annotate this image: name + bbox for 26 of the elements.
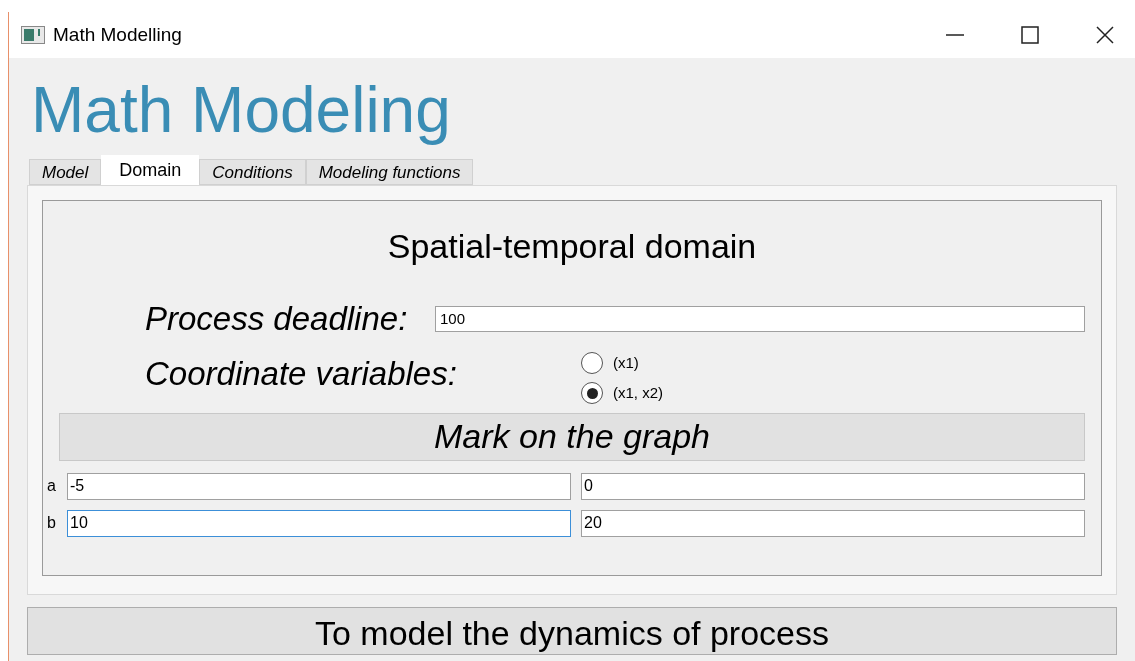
input-field[interactable]: 10 bbox=[67, 509, 571, 537]
section-title: Spatial-temporal domain bbox=[386, 226, 758, 267]
row-label: b bbox=[47, 513, 57, 533]
app-icon bbox=[21, 26, 45, 44]
input-field[interactable]: 0 bbox=[581, 472, 1085, 500]
radio-icon[interactable] bbox=[581, 351, 603, 374]
tab[interactable]: Modeling functions bbox=[305, 159, 474, 185]
input-field[interactable]: 100 bbox=[435, 305, 1085, 332]
field-label: Process deadline: bbox=[145, 299, 409, 339]
input-field[interactable]: -5 bbox=[67, 472, 571, 500]
minimize-icon bbox=[946, 34, 964, 36]
radio-option[interactable]: (x1, x2) bbox=[581, 382, 663, 405]
section-header-bar: Mark on the graph bbox=[59, 412, 1085, 461]
radio-icon[interactable] bbox=[581, 382, 603, 405]
radio-option[interactable]: (x1) bbox=[581, 351, 663, 374]
model-button[interactable]: To model the dynamics of process bbox=[27, 607, 1117, 655]
input-field[interactable]: 20 bbox=[581, 509, 1085, 537]
window-title: Math Modelling bbox=[53, 22, 182, 47]
row-label: a bbox=[47, 476, 57, 496]
close-icon bbox=[1096, 26, 1114, 44]
tab[interactable]: Conditions bbox=[199, 159, 306, 185]
maximize-icon bbox=[1021, 26, 1039, 44]
field-label: Coordinate variables: bbox=[145, 354, 458, 395]
tab[interactable]: Domain bbox=[101, 155, 200, 185]
tab[interactable]: Model bbox=[29, 159, 102, 185]
app-heading: Math Modeling bbox=[30, 73, 451, 148]
